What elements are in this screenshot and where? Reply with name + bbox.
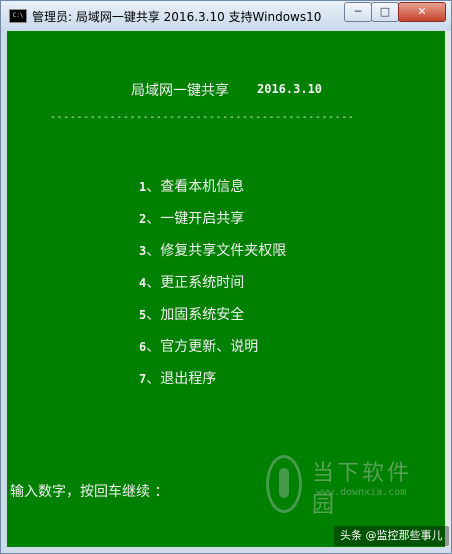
menu-label: 、修复共享文件夹权限 bbox=[146, 243, 287, 259]
title-bar[interactable]: C:\ 管理员: 局域网一键共享 2016.3.10 支持Windows10 ─… bbox=[1, 1, 451, 31]
cmd-prompt-icon[interactable]: C:\ bbox=[9, 9, 27, 23]
input-prompt[interactable]: 输入数字，按回车继续 ： bbox=[10, 481, 168, 501]
watermark-url: www.downxia.com bbox=[316, 487, 407, 498]
menu-item-updates: 6、官方更新、说明 bbox=[139, 336, 258, 356]
scrollbar[interactable] bbox=[445, 31, 451, 547]
watermark-logo-icon bbox=[266, 455, 302, 513]
menu-item-view-info: 1、查看本机信息 bbox=[139, 176, 244, 196]
menu-label: 、退出程序 bbox=[146, 371, 217, 387]
menu-item-fix-permissions: 3、修复共享文件夹权限 bbox=[139, 240, 286, 260]
menu-label: 、一键开启共享 bbox=[146, 211, 245, 227]
maximize-button[interactable]: □ bbox=[371, 2, 399, 22]
header-title: 局域网一键共享 bbox=[131, 83, 229, 99]
window-title: 管理员: 局域网一键共享 2016.3.10 支持Windows10 bbox=[32, 10, 322, 24]
header-date: 2016.3.10 bbox=[257, 82, 323, 96]
watermark: 当下软件园 www.downxia.com bbox=[262, 453, 434, 518]
credit-label: 头条 @监控那些事儿 bbox=[334, 526, 449, 546]
menu-item-exit: 7、退出程序 bbox=[139, 368, 216, 388]
menu-label: 、官方更新、说明 bbox=[146, 339, 259, 355]
menu-item-enable-share: 2、一键开启共享 bbox=[139, 208, 244, 228]
menu-label: 、查看本机信息 bbox=[146, 179, 245, 195]
menu-item-fix-time: 4、更正系统时间 bbox=[139, 272, 244, 292]
close-button[interactable]: ✕ bbox=[398, 2, 446, 22]
menu-label: 、更正系统时间 bbox=[146, 275, 245, 291]
divider-line: ----------------------------------------… bbox=[50, 112, 355, 123]
menu-label: 、加固系统安全 bbox=[146, 307, 245, 323]
minimize-button[interactable]: ─ bbox=[344, 2, 372, 22]
menu-item-harden-security: 5、加固系统安全 bbox=[139, 304, 244, 324]
